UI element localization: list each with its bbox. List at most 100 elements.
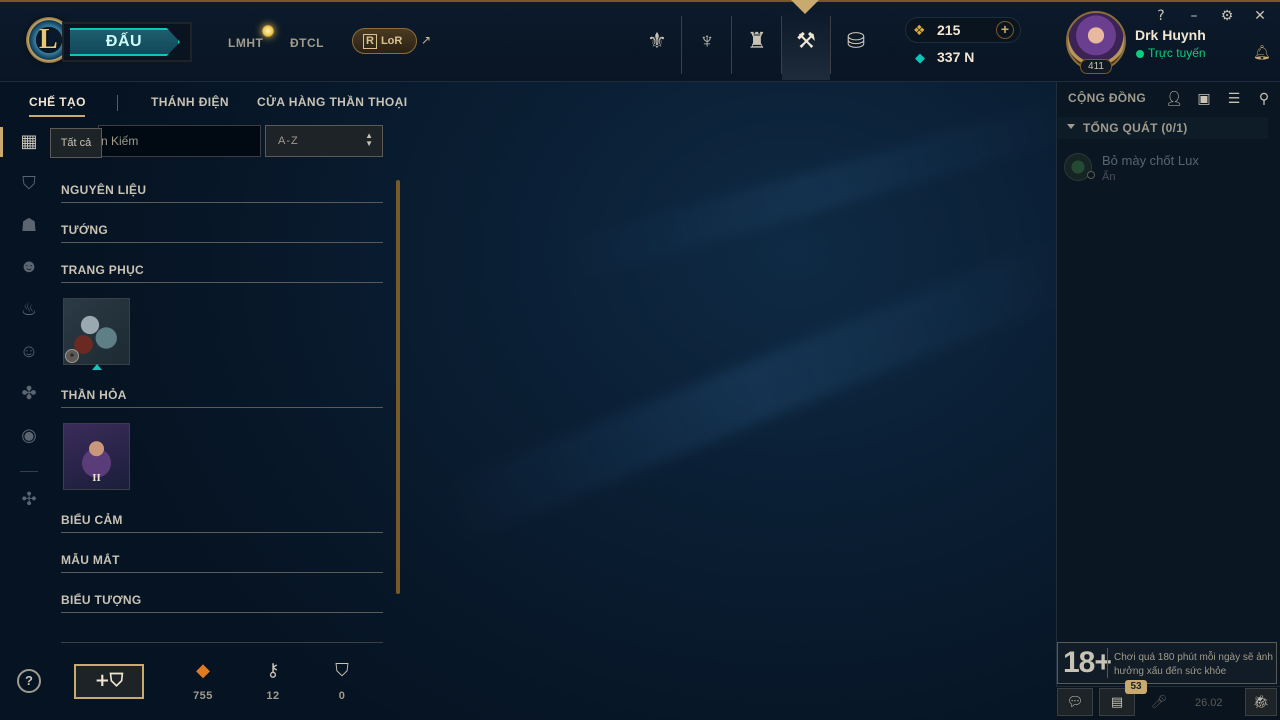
all-grid-icon[interactable]: ▦ xyxy=(17,129,41,153)
chevron-down-icon xyxy=(1067,124,1075,129)
chest-icon[interactable]: ⛉ xyxy=(17,171,41,195)
search-input[interactable] xyxy=(98,125,261,157)
store-icon[interactable]: ⛁ xyxy=(832,10,880,80)
blue-essence-icon: ◆ xyxy=(915,50,925,65)
category-champions[interactable]: TƯỚNG xyxy=(61,221,383,243)
age-rating: 18+ xyxy=(1063,646,1112,679)
chat-icon[interactable]: 💬︎ xyxy=(1057,688,1093,716)
friend-group-title: TỔNG QUÁT (0/1) xyxy=(1083,121,1188,135)
category-label: BIỂU CẢM xyxy=(61,513,123,527)
list-scrollbar[interactable] xyxy=(396,180,400,594)
resource-count: 0 xyxy=(338,690,346,702)
rail-divider xyxy=(20,471,38,472)
settings-gear-icon[interactable]: ⚙ xyxy=(1219,8,1235,24)
category-label: BIỂU TƯỢNG xyxy=(61,593,142,607)
friend-status-dot xyxy=(1087,171,1095,179)
tab-crafting[interactable]: CHẾ TẠO xyxy=(29,95,86,109)
category-skins[interactable]: TRANG PHỤC xyxy=(61,261,383,283)
resource-count: 755 xyxy=(193,690,213,702)
open-chest-button[interactable]: +⛉ xyxy=(74,664,144,699)
category-label: MẪU MẮT xyxy=(61,553,120,567)
category-label: THẦN HỎA xyxy=(61,388,127,402)
list-divider xyxy=(61,642,383,643)
lor-launch-button[interactable]: R LoR xyxy=(352,28,417,54)
lor-label: LoR xyxy=(380,35,403,47)
tab-sanctum[interactable]: THÁNH ĐIỆN xyxy=(151,95,229,109)
ward-icon[interactable]: ♨ xyxy=(17,297,41,321)
category-label: TRANG PHỤC xyxy=(61,263,144,277)
category-emotes[interactable]: BIỂU CẢM xyxy=(61,511,383,533)
client-version: 26.02 xyxy=(1195,697,1223,709)
rail-active-indicator xyxy=(0,127,3,157)
category-ward-skins[interactable]: MẪU MẮT xyxy=(61,551,383,573)
resource-count: 12 xyxy=(266,690,280,702)
category-eternals[interactable]: THẦN HỎA xyxy=(61,386,383,408)
play-button[interactable]: ĐẤU xyxy=(62,22,192,62)
category-materials[interactable]: NGUYÊN LIỆU xyxy=(61,181,383,203)
champion-helmet-icon[interactable]: ☗ xyxy=(17,213,41,237)
category-label: TƯỚNG xyxy=(61,223,109,237)
skin-shard-tile[interactable]: ✦ xyxy=(63,298,130,370)
play-button-label: ĐẤU xyxy=(70,28,180,56)
bug-report-icon[interactable]: 🐞︎ xyxy=(1245,688,1277,716)
subnav-divider xyxy=(117,95,118,111)
tooltip-all: Tất cả xyxy=(50,128,102,158)
collection-icon[interactable]: ♜ xyxy=(733,10,781,80)
microphone-icon[interactable]: 🎤︎ xyxy=(1141,688,1177,716)
tft-icon[interactable]: ✣ xyxy=(17,487,41,511)
minimize-icon[interactable]: – xyxy=(1186,8,1202,24)
top-nav-divider xyxy=(681,16,682,74)
chest-count-icon: ⛉ xyxy=(335,660,349,680)
sort-caret-icon: ▲ ▼ xyxy=(365,131,374,148)
lor-logo-icon: R xyxy=(363,34,377,49)
list-view-icon[interactable]: ☰ xyxy=(1225,90,1243,107)
loot-icon[interactable]: ⚒ xyxy=(782,10,830,80)
age-warning-text: Chơi quá 180 phút mỗi ngày sẽ ảnh hưởng … xyxy=(1114,652,1273,677)
top-nav-divider xyxy=(731,16,732,74)
orange-essence-icon: ◆ xyxy=(196,660,210,680)
riot-points-value: 215 xyxy=(937,22,961,38)
nav-lol[interactable]: LMHT xyxy=(228,36,263,50)
notification-bell-icon[interactable]: 🔔︎ xyxy=(1253,44,1271,61)
profile-icon[interactable]: ♆ xyxy=(683,10,731,80)
eternals-icon[interactable]: ✤ xyxy=(17,381,41,405)
friend-name[interactable]: Bỏ mày chốt Lux xyxy=(1102,153,1199,168)
background-streak xyxy=(564,99,1076,281)
add-friend-icon[interactable]: 👤︎ xyxy=(1165,90,1183,107)
add-folder-icon[interactable]: ▣ xyxy=(1195,90,1213,107)
help-icon[interactable]: ? xyxy=(1153,8,1169,24)
key-icon: ⚷ xyxy=(266,660,280,680)
blue-essence-value: 337 N xyxy=(937,49,975,65)
help-button[interactable]: ? xyxy=(17,669,41,693)
rarity-badge-icon: ✦ xyxy=(65,349,79,363)
riot-points-icon: ❖ xyxy=(913,22,926,38)
tile-new-indicator xyxy=(92,364,102,370)
friend-status-text: Ẩn xyxy=(1102,171,1116,183)
tile-series-label: II xyxy=(92,472,101,484)
sort-dropdown[interactable]: A-Z ▲ ▼ xyxy=(265,125,383,157)
nav-tft[interactable]: ĐTCL xyxy=(290,36,324,50)
category-icons[interactable]: BIỂU TƯỢNG xyxy=(61,591,383,613)
search-icon[interactable]: ⚲ xyxy=(1255,90,1273,107)
sort-value: A-Z xyxy=(278,135,299,147)
top-nav-divider xyxy=(830,16,831,74)
emote-icon[interactable]: ☺ xyxy=(17,339,41,363)
online-status-dot xyxy=(1136,50,1144,58)
close-icon[interactable]: ✕ xyxy=(1252,8,1268,24)
buy-rp-button[interactable]: + xyxy=(996,21,1014,39)
skin-mask-icon[interactable]: ☻ xyxy=(17,254,41,278)
background-streak xyxy=(433,234,1087,546)
summoner-icon[interactable]: ◉ xyxy=(17,423,41,447)
level-badge: 411 xyxy=(1080,59,1112,74)
age-divider xyxy=(1107,648,1108,678)
social-title: CỘNG ĐỒNG xyxy=(1068,91,1147,105)
home-trophy-icon[interactable]: ⚜ xyxy=(633,10,681,80)
active-tab-underline xyxy=(29,115,85,117)
notification-dot xyxy=(262,25,274,37)
tab-mythic-shop[interactable]: CỬA HÀNG THẦN THOẠI xyxy=(257,95,407,109)
eternal-tile[interactable]: II xyxy=(63,423,130,490)
online-status-text[interactable]: Trực tuyến xyxy=(1148,46,1206,60)
top-gold-border xyxy=(0,0,1280,2)
summoner-name[interactable]: Drk Huynh xyxy=(1135,27,1206,43)
category-label: NGUYÊN LIỆU xyxy=(61,183,147,197)
